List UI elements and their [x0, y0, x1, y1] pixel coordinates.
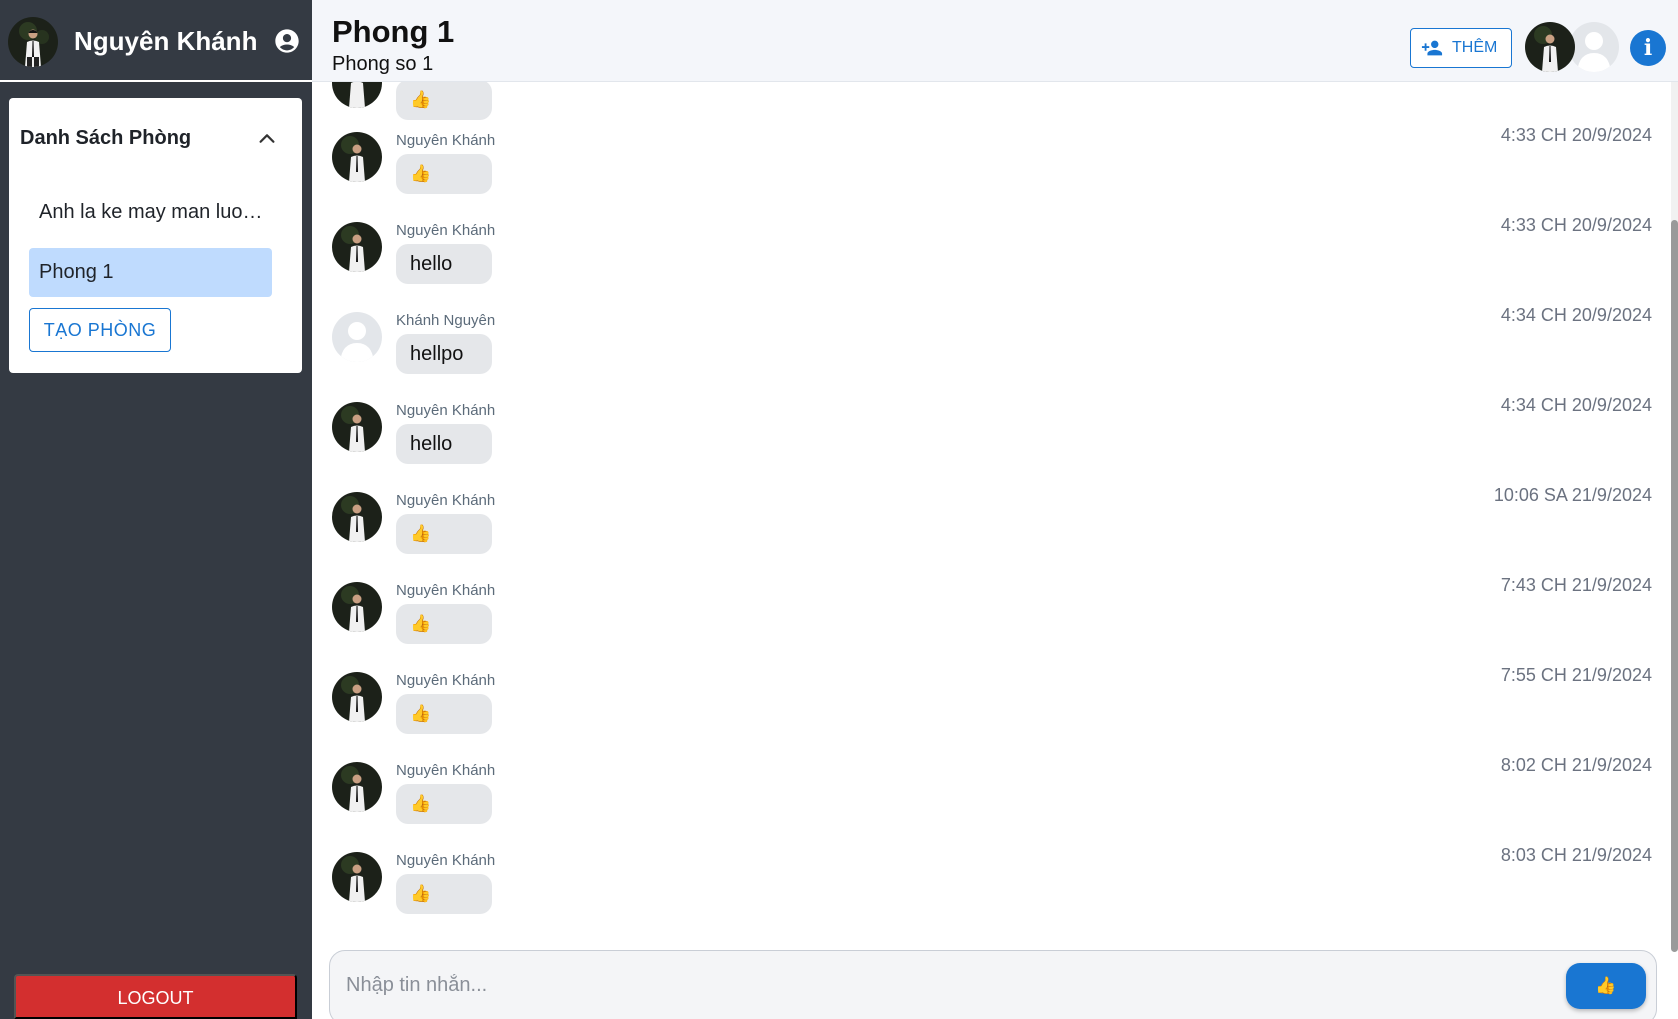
- info-icon[interactable]: i: [1630, 30, 1666, 66]
- message-avatar: [332, 492, 382, 542]
- logout-button[interactable]: LOGOUT: [14, 974, 297, 1019]
- message-input[interactable]: [330, 951, 1480, 1019]
- message-avatar: [332, 222, 382, 272]
- message-timestamp: 7:43 CH 21/9/2024: [1500, 575, 1652, 595]
- message-author: Nguyên Khánh: [396, 132, 496, 149]
- sidebar: Nguyên Khánh Danh Sách Phòng Anh la ke m…: [0, 0, 312, 1019]
- message-timestamp: 8:03 CH 21/9/2024: [1500, 845, 1652, 865]
- scrollbar-thumb[interactable]: [1671, 220, 1678, 952]
- message-timestamp: 4:33 CH 20/9/2024: [1500, 215, 1652, 235]
- message-list: 👍 Nguyên Khánh 👍 4:33 CH 20/9/2024 Nguyê…: [312, 82, 1678, 944]
- message-timestamp: 4:34 CH 20/9/2024: [1500, 395, 1652, 415]
- message-item: Nguyên Khánh 👍 8:03 CH 21/9/2024: [312, 845, 1652, 936]
- message-item: Nguyên Khánh 👍 8:02 CH 21/9/2024: [312, 755, 1652, 846]
- account-circle-icon[interactable]: [273, 27, 301, 55]
- message-item: Nguyên Khánh 👍 10:06 SA 21/9/2024: [312, 485, 1652, 576]
- current-user-name: Nguyên Khánh: [74, 26, 258, 56]
- message-bubble: hello: [396, 424, 492, 464]
- message-bubble: 👍: [396, 604, 492, 644]
- message-bubble: hello: [396, 244, 492, 284]
- message-avatar: [332, 82, 382, 108]
- chat-window: Phong 1 Phong so 1 THÊM i 👍 Nguyên Khánh…: [312, 0, 1678, 1019]
- message-timestamp: 7:55 CH 21/9/2024: [1500, 665, 1652, 685]
- message-composer: 👍: [329, 950, 1657, 1019]
- message-author: Nguyên Khánh: [396, 672, 496, 689]
- user-avatar[interactable]: [8, 17, 58, 67]
- message-bubble: 👍: [396, 514, 492, 554]
- room-header: Phong 1 Phong so 1 THÊM i: [312, 0, 1678, 82]
- message-timestamp: 8:02 CH 21/9/2024: [1500, 755, 1652, 775]
- message-author: Nguyên Khánh: [396, 582, 496, 599]
- member-avatar[interactable]: [1569, 22, 1619, 72]
- message-bubble: 👍: [396, 694, 492, 734]
- room-title: Phong 1: [332, 14, 455, 49]
- person-add-icon: [1421, 37, 1443, 59]
- message-timestamp: 10:06 SA 21/9/2024: [1493, 485, 1652, 505]
- room-item[interactable]: Anh la ke may man luong thi: [29, 188, 272, 237]
- member-avatar[interactable]: [1525, 22, 1575, 72]
- message-avatar: [332, 402, 382, 452]
- invite-label: THÊM: [1452, 39, 1498, 56]
- message-avatar: [332, 672, 382, 722]
- message-bubble: 👍: [396, 82, 492, 120]
- message-scrollbar[interactable]: [1671, 82, 1678, 952]
- message-item: Nguyên Khánh hello 4:34 CH 20/9/2024: [312, 395, 1652, 486]
- message-avatar: [332, 312, 382, 362]
- invite-member-button[interactable]: THÊM: [1410, 28, 1512, 68]
- message-item: Khánh Nguyên hellpo 4:34 CH 20/9/2024: [312, 305, 1652, 396]
- message-bubble: 👍: [396, 874, 492, 914]
- message-avatar: [332, 582, 382, 632]
- message-author: Nguyên Khánh: [396, 762, 496, 779]
- message-author: Khánh Nguyên: [396, 312, 496, 329]
- room-subtitle: Phong so 1: [332, 53, 434, 75]
- create-room-button[interactable]: TẠO PHÒNG: [29, 308, 171, 352]
- message-item: Nguyên Khánh hello 4:33 CH 20/9/2024: [312, 215, 1652, 306]
- message-item: Nguyên Khánh 👍 7:55 CH 21/9/2024: [312, 665, 1652, 756]
- sidebar-header: Nguyên Khánh: [0, 0, 312, 82]
- message-avatar: [332, 132, 382, 182]
- message-author: Nguyên Khánh: [396, 222, 496, 239]
- message-item: Nguyên Khánh 👍 7:43 CH 21/9/2024: [312, 575, 1652, 666]
- room-list-title: Danh Sách Phòng: [20, 127, 192, 149]
- message-author: Nguyên Khánh: [396, 492, 496, 509]
- message-avatar: [332, 852, 382, 902]
- message-author: Nguyên Khánh: [396, 852, 496, 869]
- message-timestamp: 4:34 CH 20/9/2024: [1500, 305, 1652, 325]
- message-avatar: [332, 762, 382, 812]
- message-author: Nguyên Khánh: [396, 402, 496, 419]
- send-like-button[interactable]: 👍: [1566, 963, 1646, 1009]
- message-timestamp: 4:33 CH 20/9/2024: [1500, 125, 1652, 145]
- message-item: Nguyên Khánh 👍 4:33 CH 20/9/2024: [312, 125, 1652, 216]
- chevron-up-icon[interactable]: [256, 128, 278, 150]
- room-item-selected[interactable]: Phong 1: [29, 248, 272, 297]
- message-bubble: hellpo: [396, 334, 492, 374]
- message-bubble: 👍: [396, 154, 492, 194]
- message-bubble: 👍: [396, 784, 492, 824]
